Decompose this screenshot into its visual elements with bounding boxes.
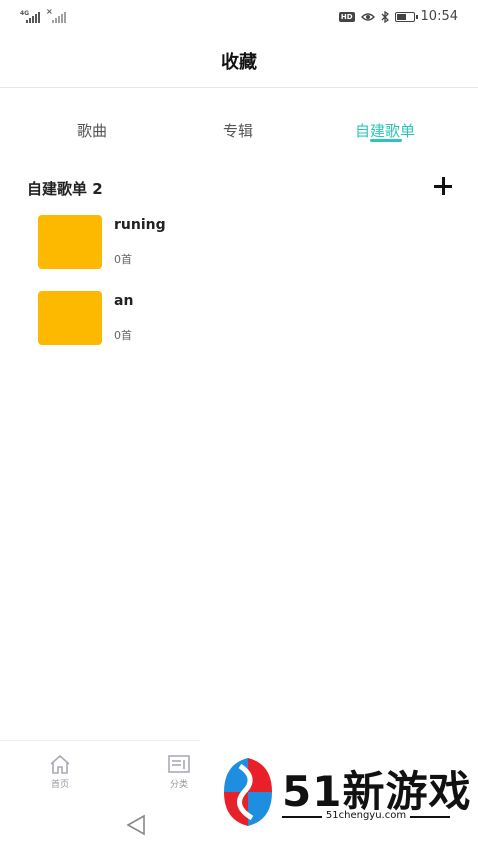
category-icon xyxy=(168,755,190,773)
tab-albums[interactable]: 专辑 xyxy=(178,120,298,141)
page-title: 收藏 xyxy=(221,52,257,73)
playlist-name: runing xyxy=(114,217,166,233)
playlist-item[interactable]: runing 0首 xyxy=(38,215,438,271)
status-bar: 4G × HD 10:54 xyxy=(0,0,478,34)
playlist-count: 0首 xyxy=(114,253,132,266)
bottom-nav: 首页 分类 xyxy=(0,740,200,801)
playlist-cover xyxy=(38,291,102,345)
playlist-name: an xyxy=(114,293,134,309)
system-back-icon[interactable] xyxy=(124,812,150,838)
playlist-item[interactable]: an 0首 xyxy=(38,291,438,347)
tab-bar: 歌曲 专辑 自建歌单 xyxy=(0,120,478,150)
nav-home-label: 首页 xyxy=(50,780,69,790)
header-divider xyxy=(0,87,478,88)
hd-badge: HD xyxy=(338,11,355,22)
playlist-count: 0首 xyxy=(114,329,132,342)
add-playlist-icon[interactable] xyxy=(432,175,454,197)
bluetooth-icon xyxy=(381,10,389,23)
tab-songs[interactable]: 歌曲 xyxy=(32,120,152,141)
nav-home[interactable]: 首页 xyxy=(40,753,80,790)
clock: 10:54 xyxy=(420,9,458,24)
watermark-line-right xyxy=(410,816,450,818)
battery-icon xyxy=(394,11,418,22)
status-right: HD 10:54 xyxy=(338,9,458,24)
home-icon xyxy=(50,754,70,774)
eye-icon xyxy=(360,12,375,21)
watermark: 51新游戏 51chengyu.com xyxy=(218,752,478,832)
nav-category[interactable]: 分类 xyxy=(159,753,199,790)
tab-custom-playlists[interactable]: 自建歌单 xyxy=(325,120,445,141)
watermark-logo xyxy=(224,758,272,826)
playlist-cover xyxy=(38,215,102,269)
nav-category-label: 分类 xyxy=(169,780,188,790)
active-tab-indicator xyxy=(370,139,402,142)
section-title: 自建歌单 2 xyxy=(27,180,103,198)
